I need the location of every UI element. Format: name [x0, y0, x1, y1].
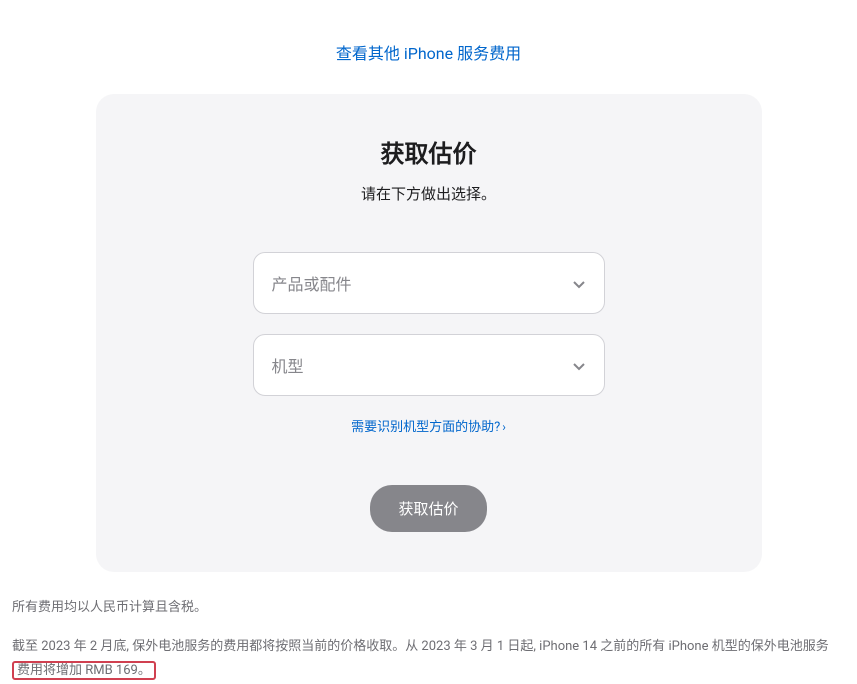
chevron-right-icon: ›	[502, 420, 506, 434]
top-link-container: 查看其他 iPhone 服务费用	[0, 0, 857, 94]
chevron-down-icon	[572, 276, 586, 290]
estimate-card: 获取估价 请在下方做出选择。 产品或配件 机型 需要识别机型方面的协助?› 获取…	[96, 94, 762, 572]
model-select-placeholder: 机型	[272, 353, 304, 377]
footer-line2-pre: 截至 2023 年 2 月底, 保外电池服务的费用都将按照当前的价格收取。从 2…	[12, 639, 829, 654]
help-link-container: 需要识别机型方面的协助?›	[126, 416, 732, 435]
price-increase-highlight: 费用将增加 RMB 169。	[12, 661, 156, 680]
model-select-wrapper: 机型	[253, 334, 605, 396]
product-select[interactable]: 产品或配件	[253, 252, 605, 314]
product-select-placeholder: 产品或配件	[272, 271, 352, 295]
get-estimate-button[interactable]: 获取估价	[370, 485, 486, 532]
card-subtitle: 请在下方做出选择。	[126, 183, 732, 204]
model-help-link[interactable]: 需要识别机型方面的协助?›	[351, 420, 506, 435]
product-select-wrapper: 产品或配件	[253, 252, 605, 314]
footer-notes: 所有费用均以人民币计算且含税。 截至 2023 年 2 月底, 保外电池服务的费…	[0, 572, 857, 684]
chevron-down-icon	[572, 358, 586, 372]
other-iphone-service-link[interactable]: 查看其他 iPhone 服务费用	[336, 44, 521, 63]
help-link-label: 需要识别机型方面的协助?	[351, 420, 500, 435]
footer-line1: 所有费用均以人民币计算且含税。	[12, 596, 845, 621]
model-select[interactable]: 机型	[253, 334, 605, 396]
card-title: 获取估价	[126, 134, 732, 169]
footer-line2: 截至 2023 年 2 月底, 保外电池服务的费用都将按照当前的价格收取。从 2…	[12, 635, 845, 684]
